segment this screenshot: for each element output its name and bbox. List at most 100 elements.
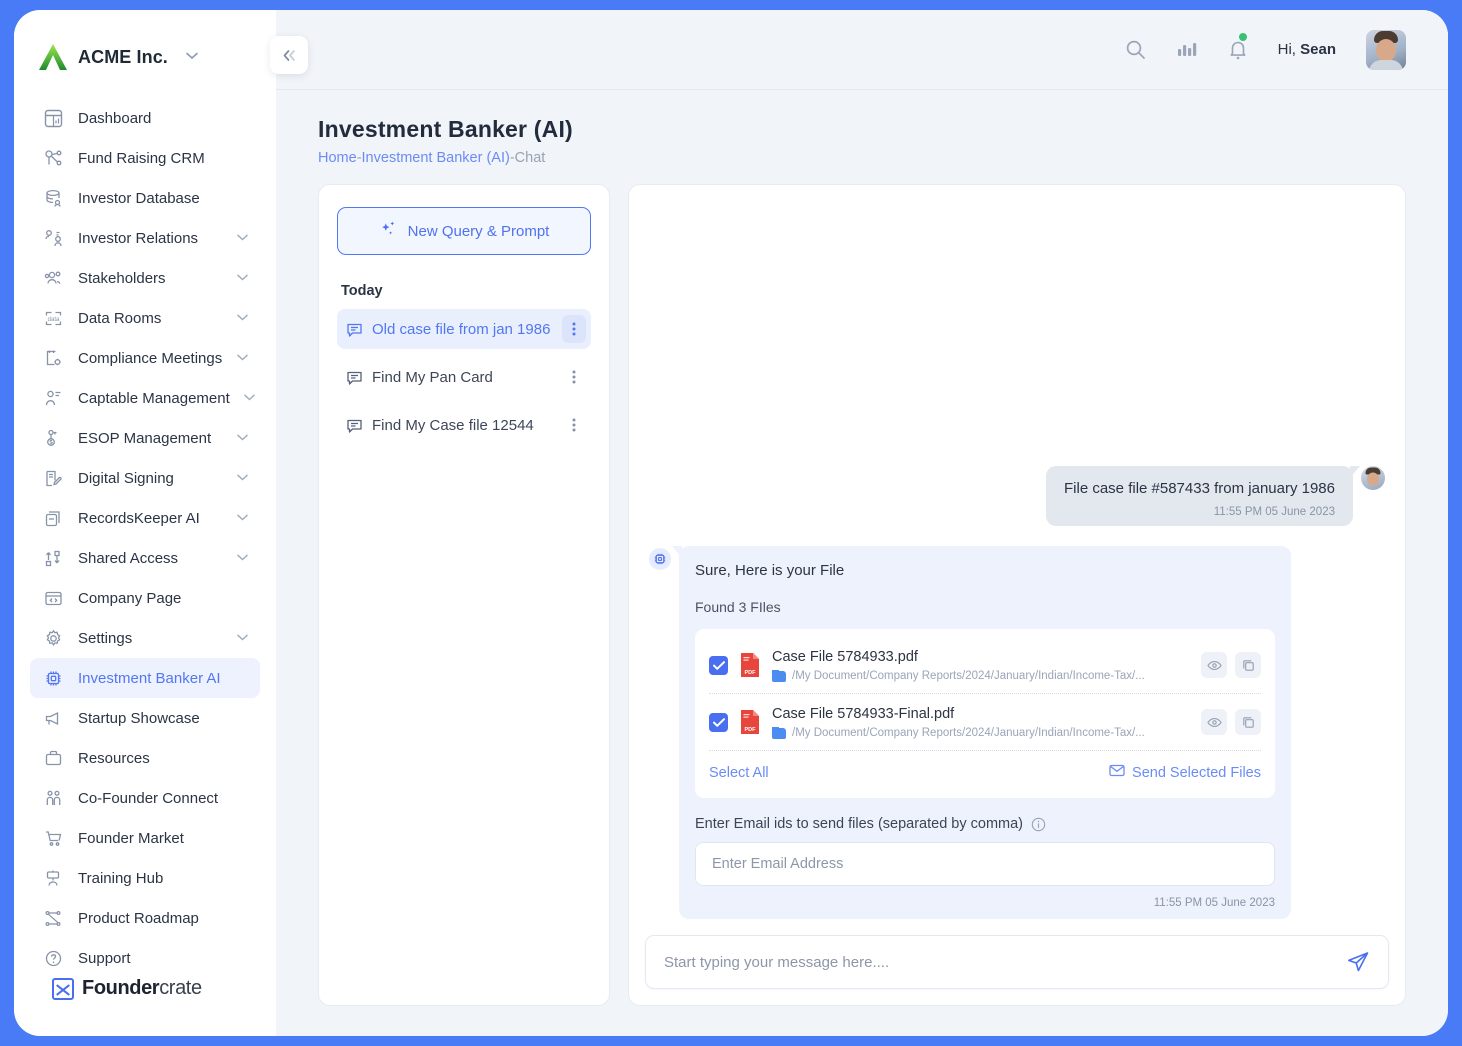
sidebar-item-esop-management[interactable]: ESOP Management (30, 418, 260, 458)
compliance-icon (42, 347, 64, 369)
send-selected-files-label: Send Selected Files (1132, 764, 1261, 781)
sidebar-item-investment-banker-ai[interactable]: Investment Banker AI (30, 658, 260, 698)
briefcase-icon (42, 747, 64, 769)
chat-item-menu-button[interactable] (562, 411, 586, 439)
sidebar-item-product-roadmap[interactable]: Product Roadmap (30, 898, 260, 938)
chevron-down-icon[interactable] (237, 233, 248, 244)
sidebar-item-captable-management[interactable]: Captable Management (30, 378, 260, 418)
chat-item-menu-button[interactable] (562, 363, 586, 391)
ai-message-row: Sure, Here is your File Found 3 FIles PD… (649, 546, 1385, 919)
breadcrumb-section[interactable]: Investment Banker (AI) (362, 150, 510, 166)
foundercrate-mark-icon (52, 977, 74, 1000)
info-icon[interactable] (1031, 817, 1046, 832)
chat-list-item-label: Find My Case file 12544 (372, 416, 534, 434)
sidebar-item-recordskeeper-ai[interactable]: RecordsKeeper AI (30, 498, 260, 538)
file-name: Case File 5784933.pdf (772, 649, 918, 665)
esop-icon (42, 427, 64, 449)
brand-name: ACME Inc. (78, 46, 168, 67)
sidebar-item-fund-raising-crm[interactable]: Fund Raising CRM (30, 138, 260, 178)
main-area: Hi, Sean Investment Banker (AI) Home-Inv… (276, 10, 1448, 1036)
chevron-down-icon[interactable] (237, 353, 248, 364)
send-selected-files-button[interactable]: Send Selected Files (1109, 764, 1261, 781)
company-page-icon (42, 587, 64, 609)
sidebar-item-training-hub[interactable]: Training Hub (30, 858, 260, 898)
sidebar-item-label: ESOP Management (78, 429, 212, 447)
breadcrumb-home[interactable]: Home (318, 150, 357, 166)
email-field-label: Enter Email ids to send files (separated… (695, 816, 1275, 832)
sidebar-item-compliance-meetings[interactable]: Compliance Meetings (30, 338, 260, 378)
sidebar-item-co-founder-connect[interactable]: Co-Founder Connect (30, 778, 260, 818)
sidebar-item-company-page[interactable]: Company Page (30, 578, 260, 618)
envelope-icon (1109, 764, 1125, 781)
chip-icon (42, 667, 64, 689)
user-message-text: File case file #587433 from january 1986 (1064, 480, 1335, 497)
chat-item-menu-button[interactable] (562, 315, 586, 343)
chevron-down-icon[interactable] (237, 633, 248, 644)
send-icon[interactable] (1346, 950, 1370, 974)
sidebar-item-label: Fund Raising CRM (78, 149, 205, 167)
sidebar-item-founder-market[interactable]: Founder Market (30, 818, 260, 858)
chat-list-item[interactable]: Find My Pan Card (337, 357, 591, 397)
ai-greeting-text: Sure, Here is your File (695, 562, 845, 579)
chevron-down-icon[interactable] (237, 433, 248, 444)
notification-indicator (1238, 33, 1247, 41)
file-card-footer: Select All Send Selected Files (709, 751, 1261, 794)
preview-eye-icon[interactable] (1201, 709, 1227, 735)
message-composer (645, 935, 1389, 989)
sidebar-item-label: Training Hub (78, 869, 164, 887)
search-icon[interactable] (1125, 39, 1146, 60)
sidebar-item-label: Company Page (78, 589, 182, 607)
copy-icon[interactable] (1235, 652, 1261, 678)
sidebar-item-label: Resources (78, 749, 150, 767)
preview-eye-icon[interactable] (1201, 652, 1227, 678)
foundercrate-light: crate (159, 977, 202, 999)
bar-chart-icon[interactable] (1176, 40, 1198, 59)
sidebar-item-investor-database[interactable]: Investor Database (30, 178, 260, 218)
sidebar-item-investor-relations[interactable]: Investor Relations (30, 218, 260, 258)
sidebar-item-settings[interactable]: Settings (30, 618, 260, 658)
bell-icon[interactable] (1228, 33, 1248, 60)
chat-window: File case file #587433 from january 1986… (628, 184, 1406, 1006)
file-actions (1201, 652, 1261, 678)
shared-access-icon (42, 547, 64, 569)
sidebar-item-shared-access[interactable]: Shared Access (30, 538, 260, 578)
message-input[interactable] (664, 953, 1336, 971)
email-label-text: Enter Email ids to send files (separated… (695, 816, 1023, 832)
svg-text:data: data (47, 317, 59, 323)
folder-icon (772, 670, 786, 682)
chevron-down-icon[interactable] (237, 473, 248, 484)
select-all-link[interactable]: Select All (709, 765, 769, 781)
sidebar-item-stakeholders[interactable]: Stakeholders (30, 258, 260, 298)
database-icon (42, 187, 64, 209)
question-icon (42, 947, 64, 969)
chevron-down-icon[interactable] (237, 553, 248, 564)
sidebar-item-support[interactable]: Support (30, 938, 260, 978)
chevron-down-icon[interactable] (237, 273, 248, 284)
ai-message-time: 11:55 PM 05 June 2023 (1153, 897, 1275, 909)
chevron-down-icon[interactable] (237, 513, 248, 524)
acme-logo-icon (38, 43, 68, 71)
file-checkbox[interactable] (709, 712, 728, 732)
sidebar-item-resources[interactable]: Resources (30, 738, 260, 778)
file-checkbox[interactable] (709, 655, 728, 675)
chevron-down-icon[interactable] (237, 313, 248, 324)
avatar[interactable] (1366, 29, 1406, 70)
sidebar-collapse-button[interactable] (270, 36, 308, 74)
brand-switcher[interactable]: ACME Inc. (14, 28, 276, 80)
sidebar-item-data-rooms[interactable]: data Data Rooms (30, 298, 260, 338)
chat-bubble-icon (346, 417, 363, 434)
sidebar-item-digital-signing[interactable]: Digital Signing (30, 458, 260, 498)
copy-icon[interactable] (1235, 709, 1261, 735)
chat-bubble-icon (346, 369, 363, 386)
chat-list-item[interactable]: Find My Case file 12544 (337, 405, 591, 445)
sidebar-nav: Dashboard Fund Raising CRM Investor Data… (14, 98, 276, 978)
email-input[interactable] (695, 842, 1275, 886)
sidebar-item-startup-showcase[interactable]: Startup Showcase (30, 698, 260, 738)
data-rooms-icon: data (42, 307, 64, 329)
sidebar-item-dashboard[interactable]: Dashboard (30, 98, 260, 138)
chat-list-item[interactable]: Old case file from jan 1986 (337, 309, 591, 349)
chevron-down-icon[interactable] (186, 51, 198, 63)
new-query-button[interactable]: New Query & Prompt (337, 207, 591, 255)
file-path-text: /My Document/Company Reports/2024/Januar… (792, 727, 1145, 739)
chevron-down-icon[interactable] (244, 393, 255, 404)
